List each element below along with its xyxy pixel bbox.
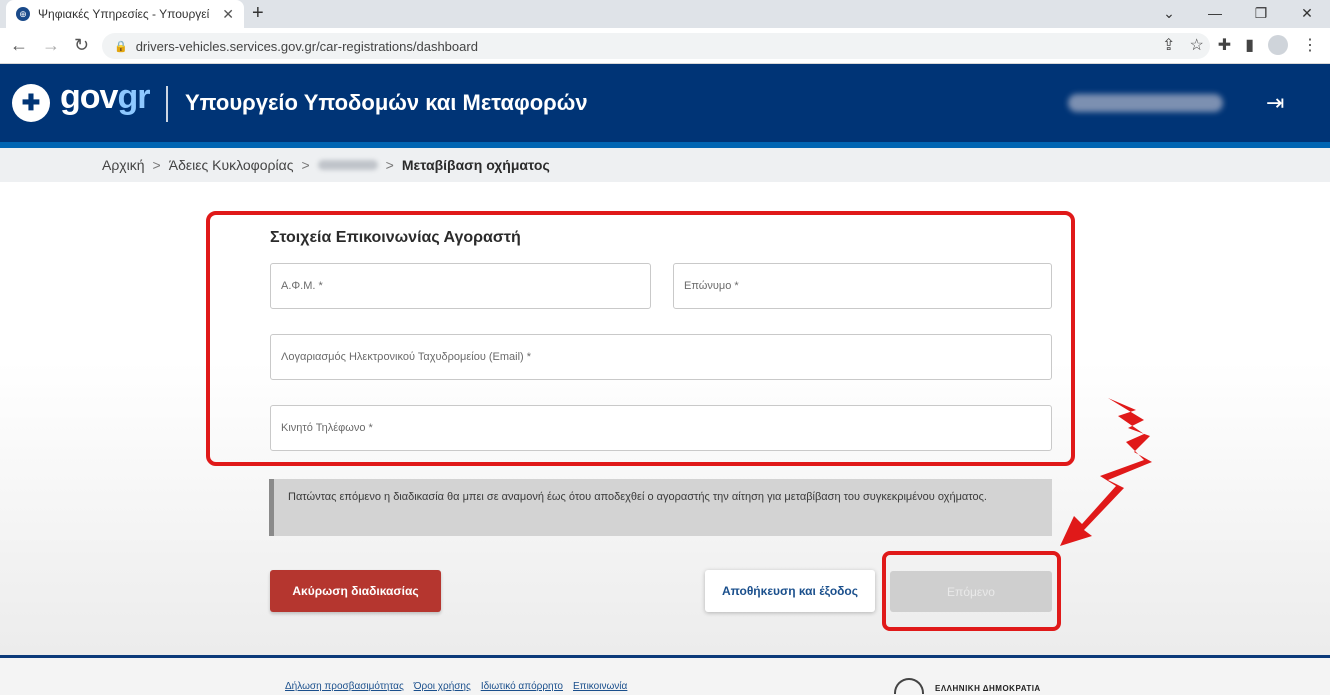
reload-icon[interactable]: ↻ <box>74 35 89 56</box>
breadcrumb-separator: > <box>152 157 161 173</box>
browser-tab[interactable]: ⊕ Ψηφιακές Υπηρεσίες - Υπουργεί ✕ <box>6 0 244 28</box>
site-header: ✚ govgr Υπουργείο Υποδομών και Μεταφορών… <box>0 64 1330 148</box>
site-favicon-icon: ⊕ <box>16 7 30 21</box>
breadcrumb-home[interactable]: Αρχική <box>102 157 145 173</box>
breadcrumb: Αρχική > Άδειες Κυκλοφορίας > > Μεταβίβα… <box>0 148 1330 182</box>
side-panel-icon[interactable]: ▮ <box>1245 35 1254 55</box>
user-name-blurred <box>1068 94 1223 112</box>
footer-link-privacy[interactable]: Ιδιωτικό απόρρητο <box>481 681 563 692</box>
footer-link-accessibility[interactable]: Δήλωση προσβασιμότητας <box>285 681 404 692</box>
breadcrumb-separator: > <box>385 157 394 173</box>
share-icon[interactable]: ⇪ <box>1162 35 1175 55</box>
footer: Δήλωση προσβασιμότητας Όροι χρήσης Ιδιωτ… <box>0 658 1330 695</box>
ministry-title: Υπουργείο Υποδομών και Μεταφορών <box>185 90 588 115</box>
tab-title: Ψηφιακές Υπηρεσίες - Υπουργεί <box>38 7 210 21</box>
logo-gov-text: gov <box>60 78 118 116</box>
bookmark-star-icon[interactable]: ☆ <box>1189 35 1203 55</box>
window-close-icon[interactable]: ✕ <box>1284 0 1330 28</box>
minimize-icon[interactable]: — <box>1192 0 1238 28</box>
tab-search-icon[interactable]: ⌄ <box>1146 0 1192 28</box>
window-controls: ⌄ — ❐ ✕ <box>1146 0 1330 28</box>
back-icon[interactable]: ← <box>10 35 28 56</box>
restore-icon[interactable]: ❐ <box>1238 0 1284 28</box>
extensions-icon[interactable]: ✚ <box>1218 35 1231 55</box>
govgr-logo[interactable]: govgr <box>60 78 150 117</box>
arrow-stroke <box>1060 398 1152 546</box>
forward-icon[interactable]: → <box>42 35 60 56</box>
cancel-process-button[interactable]: Ακύρωση διαδικασίας <box>270 570 441 612</box>
hellenic-republic-label: ΕΛΛΗΝΙΚΗ ΔΗΜΟΚΡΑΤΙΑ <box>935 684 1041 693</box>
breadcrumb-plate-blurred[interactable] <box>317 160 378 170</box>
form-highlight-box <box>206 211 1075 466</box>
lock-icon[interactable]: 🔒 <box>114 40 128 53</box>
breadcrumb-separator: > <box>301 157 310 173</box>
hellenic-republic-logo-icon <box>894 678 924 694</box>
logo-gr-text: gr <box>117 78 150 116</box>
save-and-exit-button[interactable]: Αποθήκευση και έξοδος <box>705 570 875 612</box>
url-field[interactable]: 🔒 drivers-vehicles.services.gov.gr/car-r… <box>102 33 1210 59</box>
next-highlight-box <box>882 551 1061 631</box>
logout-icon[interactable]: ⇥ <box>1266 90 1284 116</box>
info-notice: Πατώντας επόμενο η διαδικασία θα μπει σε… <box>269 479 1052 536</box>
new-tab-button[interactable]: + <box>252 2 264 25</box>
footer-link-contact[interactable]: Επικοινωνία <box>573 681 627 692</box>
breadcrumb-licenses[interactable]: Άδειες Κυκλοφορίας <box>169 157 294 173</box>
browser-tabstrip: ⊕ Ψηφιακές Υπηρεσίες - Υπουργεί ✕ + ⌄ — … <box>0 0 1330 28</box>
breadcrumb-current: Μεταβίβαση οχήματος <box>401 157 550 173</box>
profile-avatar[interactable] <box>1268 35 1288 55</box>
footer-link-terms[interactable]: Όροι χρήσης <box>414 681 471 692</box>
url-text: drivers-vehicles.services.gov.gr/car-reg… <box>135 38 478 54</box>
header-divider <box>166 86 168 122</box>
red-arrow-annotation <box>1060 398 1152 546</box>
address-bar: ← → ↻ 🔒 drivers-vehicles.services.gov.gr… <box>0 28 1330 64</box>
greek-emblem-icon: ✚ <box>12 84 50 122</box>
close-tab-icon[interactable]: ✕ <box>222 6 234 23</box>
browser-actions: ⇪ ☆ ✚ ▮ ⋮ <box>1162 35 1318 55</box>
menu-kebab-icon[interactable]: ⋮ <box>1302 35 1318 55</box>
footer-links: Δήλωση προσβασιμότητας Όροι χρήσης Ιδιωτ… <box>285 681 627 692</box>
